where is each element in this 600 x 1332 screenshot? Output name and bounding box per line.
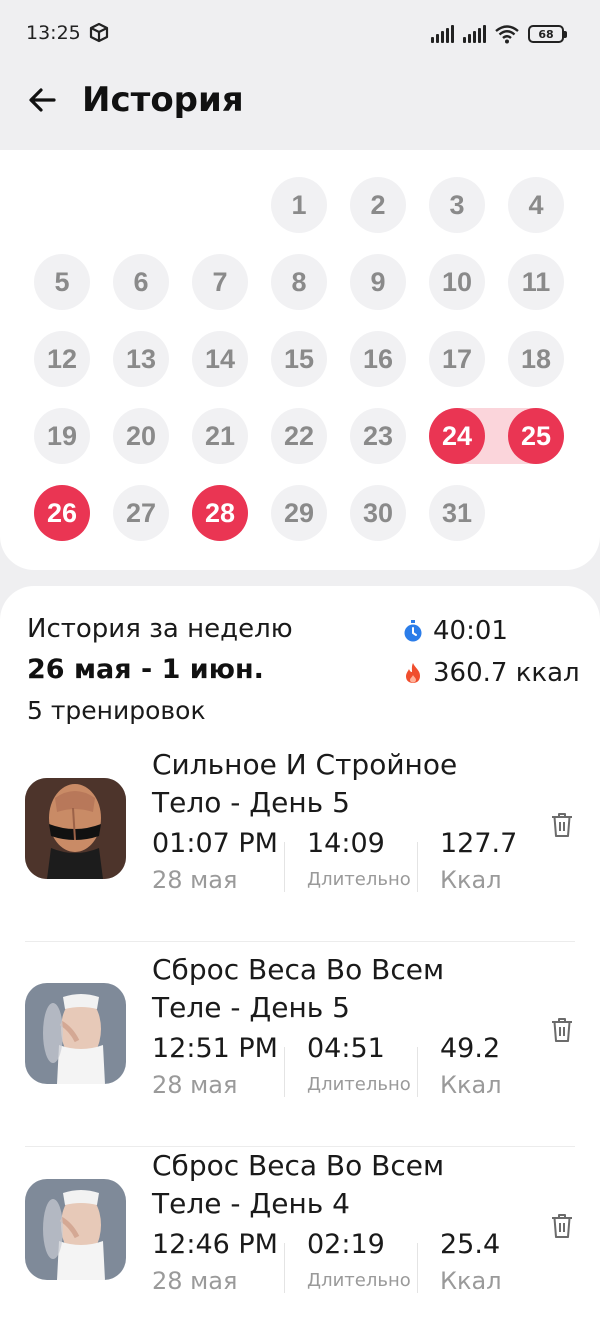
workout-kcal: 127.7 [440,828,518,859]
workout-kcal-col: 127.7 Ккал [440,826,517,898]
calendar-day-14[interactable]: 14 [192,331,248,387]
workout-date: 28 мая [152,1267,238,1295]
workout-title: Сброс Веса Во Всем Теле - День 5 [152,953,445,1024]
workout-duration-col: 04:51 Длительно [307,1031,411,1103]
workout-kcal-label: Ккал [440,1071,502,1099]
workout-duration-col: 14:09 Длительно [307,826,411,898]
workout-time: 12:46 PM [152,1229,278,1260]
calendar-day-7[interactable]: 7 [192,254,248,310]
workout-time-col: 12:46 PM 28 мая [152,1227,278,1299]
calendar-day-27[interactable]: 27 [113,485,169,541]
calendar-day-5[interactable]: 5 [34,254,90,310]
divider [284,1243,285,1293]
calendar-day-30[interactable]: 30 [350,485,406,541]
workout-duration-label: Длительно [307,869,411,890]
divider [417,1243,418,1293]
total-calories: 360.7 ккал [403,658,580,688]
workout-thumbnail [25,983,126,1084]
workout-kcal-label: Ккал [440,1267,502,1295]
workout-duration: 14:09 [307,828,385,859]
calendar-day-11[interactable]: 11 [508,254,564,310]
calendar-day-26[interactable]: 26 [34,485,90,541]
delete-icon[interactable] [550,1017,574,1043]
status-time: 13:25 [26,22,81,44]
workout-kcal: 49.2 [440,1033,501,1064]
calendar-day-23[interactable]: 23 [350,408,406,464]
history-title: История за неделю [27,614,293,644]
calendar-day-19[interactable]: 19 [34,408,90,464]
package-icon [89,22,109,43]
back-arrow-icon[interactable] [24,84,60,120]
battery-icon: 68 [528,25,567,43]
workout-kcal-label: Ккал [440,866,502,894]
workout-thumbnail [25,778,126,879]
page-title: История [82,80,244,120]
workout-row[interactable]: Сброс Веса Во Всем Теле - День 4 12:46 PM… [0,1147,600,1332]
calendar-day-2[interactable]: 2 [350,177,406,233]
calendar-day-16[interactable]: 16 [350,331,406,387]
workout-title: Сброс Веса Во Всем Теле - День 4 [152,1149,445,1220]
calendar-day-15[interactable]: 15 [271,331,327,387]
calendar-day-6[interactable]: 6 [113,254,169,310]
workout-duration-label: Длительно [307,1074,411,1095]
workout-time-col: 12:51 PM 28 мая [152,1031,278,1103]
total-calories-value: 360.7 ккал [433,658,580,688]
calendar-day-20[interactable]: 20 [113,408,169,464]
divider [284,842,285,892]
workout-date: 28 мая [152,1071,238,1099]
calendar-day-21[interactable]: 21 [192,408,248,464]
delete-icon[interactable] [550,812,574,838]
workout-duration: 02:19 [307,1229,385,1260]
stopwatch-icon [404,620,422,642]
calendar-day-8[interactable]: 8 [271,254,327,310]
status-bar: 13:25 68 [0,0,600,68]
calendar-day-28[interactable]: 28 [192,485,248,541]
calendar-day-31[interactable]: 31 [429,485,485,541]
calendar-day-4[interactable]: 4 [508,177,564,233]
calendar-day-13[interactable]: 13 [113,331,169,387]
signal-icon-2 [463,25,486,43]
workout-title: Сильное И Стройное Тело - День 5 [152,748,458,819]
calendar: 1 2 3 4 5 6 7 8 9 10 11 12 13 14 15 16 17 18 19 20 21 22 23 24 2… [0,150,600,570]
calendar-day-29[interactable]: 29 [271,485,327,541]
workout-thumbnail [25,1179,126,1280]
calendar-day-1[interactable]: 1 [271,177,327,233]
calendar-day-10[interactable]: 10 [429,254,485,310]
calendar-day-3[interactable]: 3 [429,177,485,233]
delete-icon[interactable] [550,1213,574,1239]
workout-kcal: 25.4 [440,1229,501,1260]
total-duration: 40:01 [403,616,508,646]
workout-time: 01:07 PM [152,828,278,859]
workout-duration-label: Длительно [307,1270,411,1291]
wifi-icon [495,25,519,44]
flame-icon [406,663,420,683]
app-bar: История [0,68,600,150]
workout-date: 28 мая [152,866,238,894]
battery-level: 68 [538,27,554,41]
workout-time-col: 01:07 PM 28 мая [152,826,278,898]
divider [417,842,418,892]
workout-kcal-col: 49.2 Ккал [440,1031,502,1103]
calendar-day-18[interactable]: 18 [508,331,564,387]
workout-kcal-col: 25.4 Ккал [440,1227,502,1299]
workout-duration-col: 02:19 Длительно [307,1227,411,1299]
calendar-day-25[interactable]: 25 [508,408,564,464]
calendar-day-24[interactable]: 24 [429,408,485,464]
workout-count: 5 тренировок [27,696,206,725]
workout-duration: 04:51 [307,1033,385,1064]
calendar-day-17[interactable]: 17 [429,331,485,387]
weekly-history: История за неделю 26 мая - 1 июн. 5 трен… [0,586,600,1332]
history-range: 26 мая - 1 июн. [27,654,264,685]
calendar-day-9[interactable]: 9 [350,254,406,310]
divider [417,1047,418,1097]
workout-row[interactable]: Сильное И Стройное Тело - День 5 01:07 PM… [0,746,600,942]
row-separator [25,941,575,942]
workout-time: 12:51 PM [152,1033,278,1064]
divider [284,1047,285,1097]
workout-row[interactable]: Сброс Веса Во Всем Теле - День 5 12:51 PM… [0,951,600,1147]
calendar-day-22[interactable]: 22 [271,408,327,464]
calendar-day-12[interactable]: 12 [34,331,90,387]
total-duration-value: 40:01 [433,616,508,646]
signal-icon [431,25,454,43]
